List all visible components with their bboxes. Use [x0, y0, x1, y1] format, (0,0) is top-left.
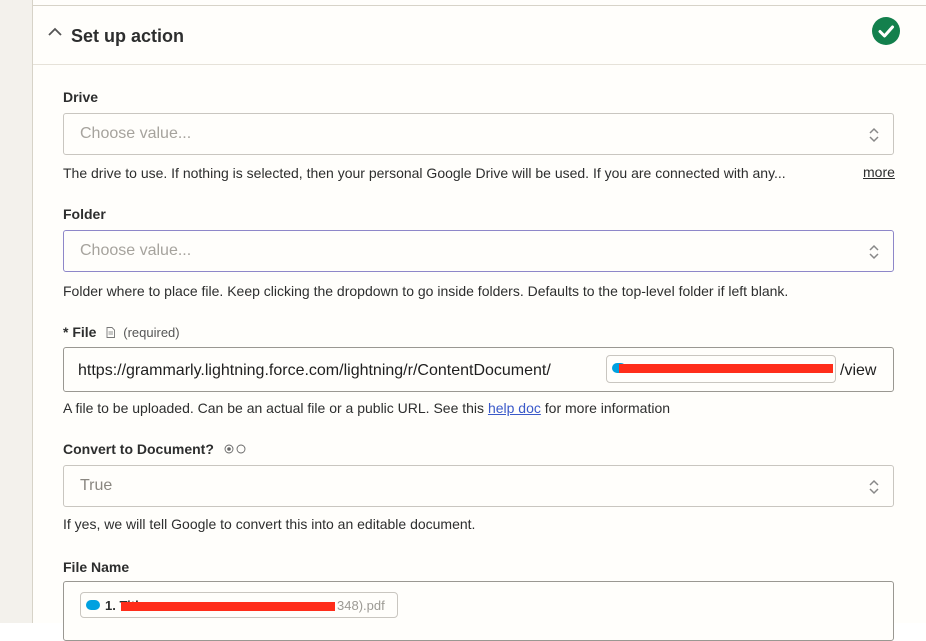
- mapped-field-pill[interactable]: 1. Title 348).pdf: [80, 592, 398, 618]
- required-note: (required): [123, 325, 180, 340]
- background-panel-edge: [0, 0, 32, 623]
- setup-action-panel: Set up action Drive Choose value... The …: [32, 0, 926, 641]
- help-doc-link[interactable]: help doc: [488, 400, 541, 416]
- check-circle-icon: [872, 17, 900, 45]
- file-label-text: * File: [63, 324, 97, 340]
- folder-select[interactable]: Choose value...: [63, 230, 894, 272]
- convert-select[interactable]: True: [63, 465, 894, 507]
- convert-help: If yes, we will tell Google to convert t…: [63, 516, 476, 532]
- convert-label: Convert to Document?: [63, 441, 246, 457]
- file-url-suffix: /view: [840, 362, 877, 379]
- file-label: * File (required): [63, 324, 180, 340]
- select-arrows-icon: [869, 479, 879, 495]
- folder-help: Folder where to place file. Keep clickin…: [63, 283, 789, 299]
- pill-suffix: 348).pdf: [337, 598, 385, 613]
- section-title: Set up action: [71, 26, 185, 46]
- select-arrows-icon: [869, 244, 879, 260]
- file-help-text-end: for more information: [540, 400, 671, 416]
- document-icon: [106, 327, 116, 338]
- header-divider: [33, 64, 926, 65]
- radio-icon: [224, 444, 246, 454]
- select-arrows-icon: [869, 127, 879, 143]
- convert-value: True: [80, 477, 113, 494]
- file-help-text: A file to be uploaded. Can be an actual …: [63, 400, 488, 416]
- file-name-input[interactable]: 1. Title 348).pdf: [63, 581, 894, 641]
- drive-help: The drive to use. If nothing is selected…: [63, 165, 786, 181]
- drive-placeholder: Choose value...: [80, 125, 192, 142]
- folder-placeholder: Choose value...: [80, 242, 192, 259]
- section-header[interactable]: Set up action: [33, 6, 926, 64]
- folder-label: Folder: [63, 206, 106, 222]
- redaction-mark: [121, 602, 335, 611]
- redaction-mark: [619, 364, 833, 373]
- file-name-label: File Name: [63, 559, 130, 575]
- convert-label-text: Convert to Document?: [63, 441, 214, 457]
- mapped-field-pill[interactable]: [606, 355, 836, 383]
- more-link[interactable]: more: [863, 164, 895, 180]
- file-url-prefix: https://grammarly.lightning.force.com/li…: [78, 362, 551, 379]
- file-input[interactable]: https://grammarly.lightning.force.com/li…: [63, 347, 894, 392]
- drive-select[interactable]: Choose value...: [63, 113, 894, 155]
- file-help: A file to be uploaded. Can be an actual …: [63, 400, 670, 416]
- salesforce-icon: [86, 600, 100, 610]
- drive-label: Drive: [63, 89, 99, 105]
- chevron-up-icon[interactable]: [47, 26, 63, 38]
